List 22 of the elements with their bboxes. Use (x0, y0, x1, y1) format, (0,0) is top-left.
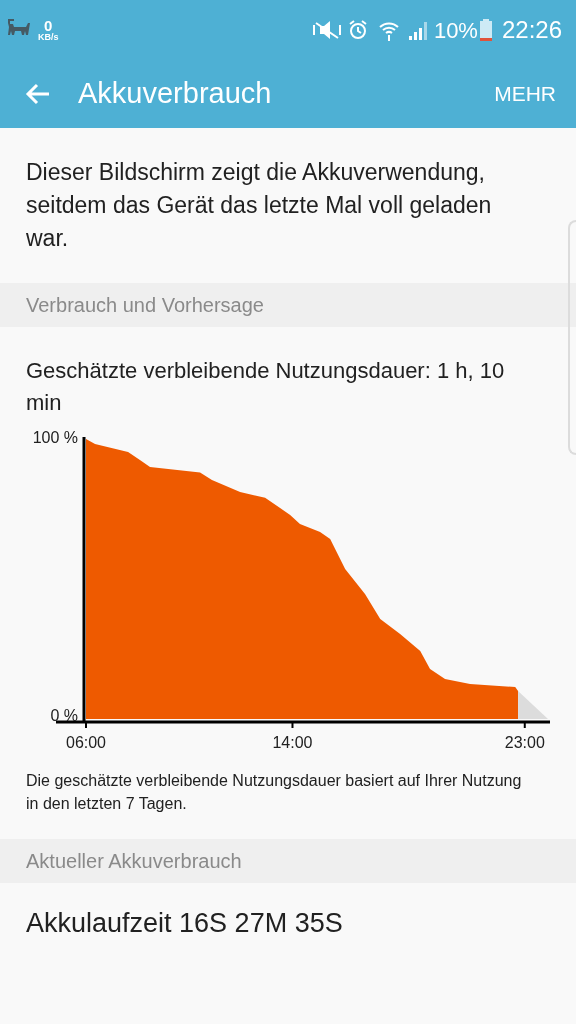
battery-icon (479, 19, 492, 41)
battery-percent: 10% (433, 16, 478, 45)
x-axis-label: 14:00 (272, 735, 313, 751)
signal-icon (407, 20, 428, 40)
intro-text: Dieser Bildschirm zeigt die Akkuverwendung, seitdem das Gerät das letzte Mal voll geladen war. (25, 158, 493, 253)
section-header: Aktueller Akkuverbrauch (0, 839, 576, 883)
note-text: Die geschätzte verbleibende Nutzungsdauer basiert auf Ihrer Nutzung in den letzten 7 Tagen. (25, 771, 523, 814)
x-axis-label: 23:00 (504, 735, 545, 751)
network-speed-value: 0 (44, 18, 53, 33)
back-arrow-icon (25, 82, 51, 106)
y-axis-label: 100 % (32, 430, 78, 446)
network-speed-unit: KB/s (38, 33, 59, 42)
clock: 22:26 (501, 15, 562, 45)
wifi-icon (377, 19, 400, 41)
screen-title: Akkuverbrauch (78, 76, 273, 112)
estimate-text: Geschätzte verbleibende Nutzungsdauer: 1 h, 10 min (25, 357, 506, 417)
alarm-icon (347, 19, 368, 41)
x-axis-label: 06:00 (66, 735, 106, 751)
battery-time-text: Akkulaufzeit 16S 27M 35S (25, 906, 344, 940)
more-button[interactable]: MEHR (494, 78, 556, 110)
y-axis-label: 0 % (50, 708, 78, 724)
section-header: Verbrauch und Vorhersage (0, 283, 576, 327)
